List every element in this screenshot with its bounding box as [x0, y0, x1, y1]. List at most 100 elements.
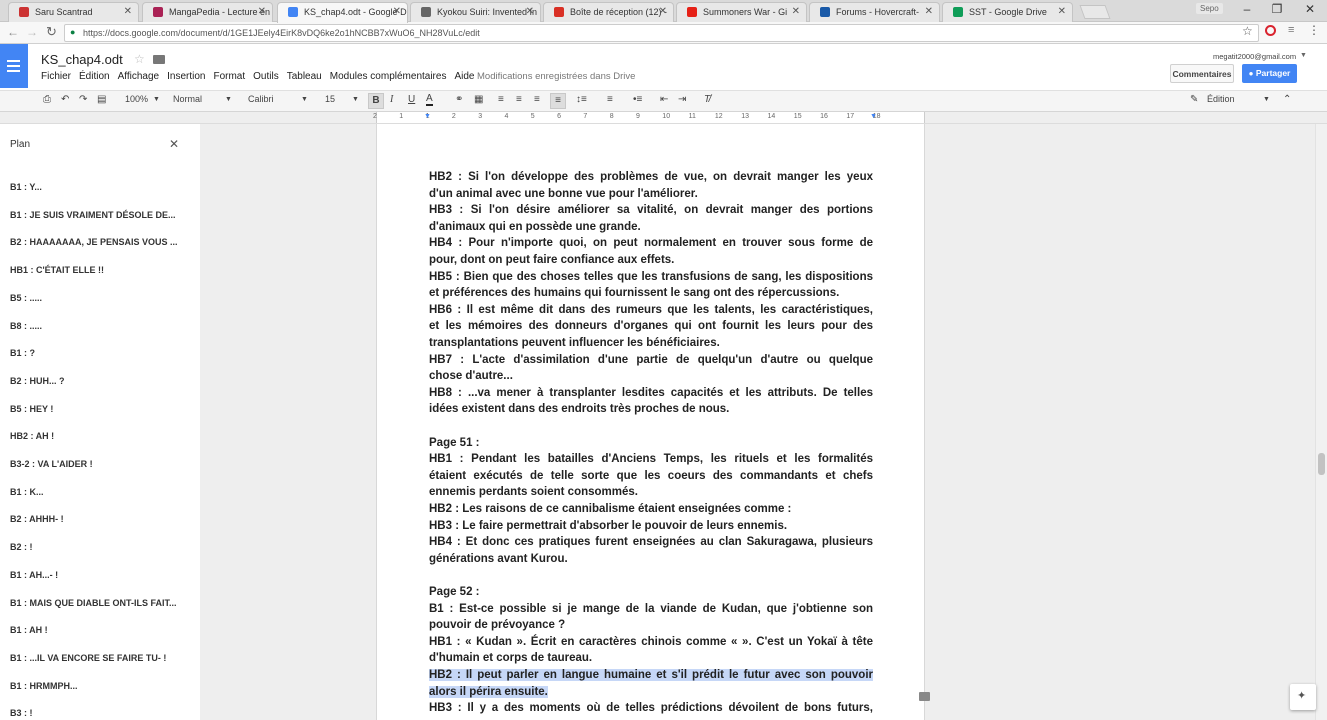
back-icon[interactable]: ← [7, 25, 19, 39]
paint-format-icon[interactable]: ▤ [97, 94, 106, 105]
outline-item[interactable]: B3 : ! [10, 708, 33, 718]
tab-close-icon[interactable]: ✕ [659, 6, 667, 17]
browser-menu-icon[interactable]: ⋮ [1308, 23, 1320, 37]
style-select[interactable]: Normal [173, 94, 202, 104]
outline-item[interactable]: B5 : HEY ! [10, 404, 53, 414]
bookmark-star-icon[interactable]: ☆ [1242, 24, 1253, 38]
browser-tab[interactable]: Summoners War - Gi ✕ [676, 2, 807, 22]
outline-item[interactable]: B1 : Y... [10, 182, 42, 192]
user-badge[interactable]: Sepo [1196, 3, 1223, 14]
browser-tab[interactable]: Forums - Hovercraft- ✕ [809, 2, 940, 22]
menu-item[interactable]: Insertion [167, 71, 205, 82]
outline-item[interactable]: B5 : ..... [10, 293, 42, 303]
outline-item[interactable]: B1 : JE SUIS VRAIMENT DÉSOLE DE... [10, 210, 176, 220]
tab-close-icon[interactable]: ✕ [792, 6, 800, 17]
font-select[interactable]: Calibri [248, 94, 274, 104]
explore-button[interactable]: ✦ [1290, 684, 1316, 710]
new-tab-button[interactable] [1079, 5, 1111, 19]
zoom-dropdown-icon[interactable]: ▼ [153, 96, 160, 103]
document-title[interactable]: KS_chap4.odt [41, 52, 123, 67]
text-color-icon[interactable]: A [426, 94, 433, 106]
font-dropdown-icon[interactable]: ▼ [301, 96, 308, 103]
menu-item[interactable]: Modules complémentaires [330, 71, 447, 82]
tab-close-icon[interactable]: ✕ [124, 6, 132, 17]
clear-formatting-icon[interactable]: T̸ [704, 94, 710, 105]
save-status[interactable]: Modifications enregistrées dans Drive [477, 71, 635, 82]
menu-item[interactable]: Format [213, 71, 245, 82]
size-dropdown-icon[interactable]: ▼ [352, 96, 359, 103]
align-right-icon[interactable]: ≡ [534, 94, 540, 105]
outline-item[interactable]: B1 : AH ! [10, 625, 48, 635]
browser-tab[interactable]: Boîte de réception (12) - ✕ [543, 2, 674, 22]
bulleted-list-icon[interactable]: •≡ [633, 94, 642, 105]
tab-close-icon[interactable]: ✕ [393, 6, 401, 17]
align-center-icon[interactable]: ≡ [516, 94, 522, 105]
document-page[interactable]: HB2 : Si l'on développe des problèmes de… [376, 124, 925, 720]
outline-item[interactable]: B8 : ..... [10, 321, 42, 331]
minimize-button[interactable]: – [1232, 2, 1262, 16]
left-indent-marker[interactable]: ▼ [424, 113, 431, 120]
add-comment-icon[interactable] [919, 692, 930, 701]
pencil-icon[interactable]: ✎ [1190, 94, 1198, 105]
outline-item[interactable]: B1 : HRMMPH... [10, 681, 78, 691]
menu-item[interactable]: Fichier [41, 71, 71, 82]
star-icon[interactable]: ☆ [134, 52, 145, 66]
outline-item[interactable]: B1 : K... [10, 487, 44, 497]
bold-icon[interactable]: B [368, 93, 384, 109]
outline-item[interactable]: B1 : AH...- ! [10, 570, 58, 580]
forward-icon[interactable]: → [26, 25, 38, 39]
browser-tab[interactable]: Kyokou Suiri: Invented In ✕ [410, 2, 541, 22]
collapse-icon[interactable]: ⌃ [1283, 94, 1291, 105]
opera-icon[interactable] [1265, 25, 1276, 36]
comment-icon[interactable]: ▦ [474, 94, 483, 105]
tab-close-icon[interactable]: ✕ [526, 6, 534, 17]
style-dropdown-icon[interactable]: ▼ [225, 96, 232, 103]
outline-item[interactable]: HB2 : AH ! [10, 431, 54, 441]
outline-item[interactable]: B2 : AHHH- ! [10, 514, 64, 524]
menu-item[interactable]: Aide [454, 71, 474, 82]
numbered-list-icon[interactable]: ≡ [607, 94, 613, 105]
account-email[interactable]: megatit2000@gmail.com [1213, 52, 1296, 61]
underline-icon[interactable]: U [408, 94, 415, 105]
browser-tab[interactable]: SST - Google Drive ✕ [942, 2, 1073, 22]
url-input[interactable]: ● https://docs.google.com/document/d/1GE… [64, 24, 1259, 42]
menu-item[interactable]: Affichage [118, 71, 160, 82]
comments-button[interactable]: Commentaires [1170, 64, 1234, 83]
align-left-icon[interactable]: ≡ [498, 94, 504, 105]
browser-tab[interactable]: KS_chap4.odt - Google D ✕ [277, 2, 408, 23]
line-spacing-icon[interactable]: ↕≡ [576, 94, 587, 105]
mode-dropdown-icon[interactable]: ▼ [1263, 96, 1270, 103]
scrollbar-thumb[interactable] [1318, 453, 1325, 475]
folder-icon[interactable] [153, 55, 165, 64]
menu-item[interactable]: Tableau [287, 71, 322, 82]
share-button[interactable]: ● Partager [1242, 64, 1297, 83]
browser-tab[interactable]: MangaPedia - Lecture en ✕ [142, 2, 273, 22]
outline-item[interactable]: B2 : HUH... ? [10, 376, 65, 386]
print-icon[interactable]: ⎙ [43, 94, 51, 105]
browser-tab[interactable]: Saru Scantrad ✕ [8, 2, 139, 22]
outline-item[interactable]: HB1 : C'ÉTAIT ELLE !! [10, 265, 104, 275]
italic-icon[interactable]: I [390, 94, 393, 105]
close-window-button[interactable]: ✕ [1295, 2, 1325, 16]
account-dropdown-icon[interactable]: ▼ [1300, 52, 1307, 59]
font-size-select[interactable]: 15 [325, 94, 335, 104]
maximize-button[interactable]: ❐ [1262, 2, 1292, 16]
decrease-indent-icon[interactable]: ⇤ [660, 94, 668, 105]
close-icon[interactable]: ✕ [169, 137, 179, 151]
outline-item[interactable]: B3-2 : VA L'AIDER ! [10, 459, 93, 469]
increase-indent-icon[interactable]: ⇥ [678, 94, 686, 105]
docs-menu-icon[interactable] [0, 44, 28, 88]
reload-icon[interactable]: ↻ [46, 24, 57, 40]
link-icon[interactable]: ⚭ [455, 94, 463, 105]
ruler[interactable]: 2 1 1 2 3 4 5 6 7 8 9 10 11 12 13 14 15 16 17 18 ▼ ▼ [0, 112, 1327, 124]
menu-item[interactable]: Outils [253, 71, 279, 82]
extensions-icon[interactable]: ≡ [1288, 24, 1294, 36]
outline-item[interactable]: B2 : ! [10, 542, 33, 552]
tab-close-icon[interactable]: ✕ [1058, 6, 1066, 17]
outline-item[interactable]: B1 : ? [10, 348, 35, 358]
outline-item[interactable]: B1 : MAIS QUE DIABLE ONT-ILS FAIT... [10, 598, 177, 608]
vertical-scrollbar[interactable] [1315, 124, 1327, 720]
align-justify-icon[interactable]: ≡ [550, 93, 566, 109]
right-indent-marker[interactable]: ▼ [870, 113, 877, 120]
outline-item[interactable]: B2 : HAAAAAAA, JE PENSAIS VOUS ... [10, 237, 178, 247]
